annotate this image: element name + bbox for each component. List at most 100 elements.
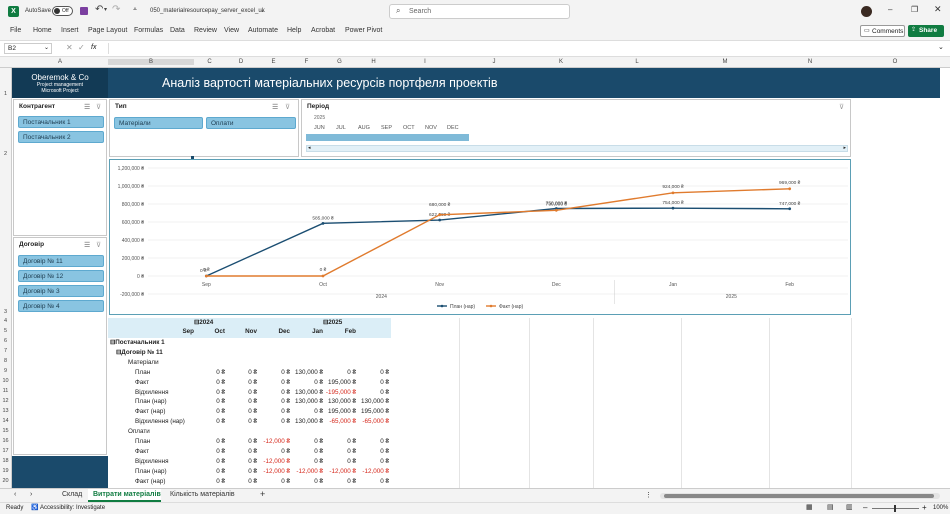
tabs-more-icon[interactable]: ⋮ xyxy=(645,491,652,499)
page-layout-icon[interactable]: ▤ xyxy=(827,503,834,511)
column-header-f[interactable]: F xyxy=(290,59,323,65)
multi-select-icon[interactable]: ☰ xyxy=(272,103,280,111)
column-header-o[interactable]: O xyxy=(851,59,939,65)
slicer-item-contract-12[interactable]: Договір № 12 xyxy=(18,270,104,282)
timeline-month[interactable]: DEC xyxy=(447,125,459,131)
pivot-row-label[interactable]: ⊟Постачальник 1 xyxy=(110,338,165,347)
clear-filter-icon[interactable]: ⊽ xyxy=(96,241,104,249)
timeline-month[interactable]: JUN xyxy=(314,125,325,131)
redo-icon[interactable]: ↷ xyxy=(112,4,120,15)
pivot-cell[interactable]: 130,000 ₴ xyxy=(349,397,389,406)
menu-page-layout[interactable]: Page Layout xyxy=(88,27,127,34)
column-header-i[interactable]: I xyxy=(391,59,459,65)
slicer-item-contract-4[interactable]: Договір № 4 xyxy=(18,300,104,312)
maximize-icon[interactable]: ❐ xyxy=(911,5,918,14)
line-chart[interactable]: 1,200,000 ₴ 1,000,000 ₴ 800,000 ₴ 600,000 ₴… xyxy=(109,159,851,315)
row-header[interactable]: 11 xyxy=(0,388,11,394)
scroll-left-icon[interactable]: ◂ xyxy=(308,145,311,151)
pivot-cell[interactable]: 0 ₴ xyxy=(349,457,389,466)
select-all-corner[interactable] xyxy=(0,57,12,68)
multi-select-icon[interactable]: ☰ xyxy=(84,103,92,111)
row-header[interactable]: 10 xyxy=(0,378,11,384)
scroll-right-icon[interactable]: ▸ xyxy=(843,145,846,151)
autosave-toggle[interactable]: Off xyxy=(52,6,73,16)
pivot-cell[interactable]: 0 ₴ xyxy=(349,477,389,486)
row-header[interactable]: 12 xyxy=(0,398,11,404)
column-header-g[interactable]: G xyxy=(323,59,356,65)
timeline-scrollbar[interactable]: ◂ ▸ xyxy=(306,145,848,152)
menu-home[interactable]: Home xyxy=(33,27,52,34)
menu-file[interactable]: File xyxy=(10,27,21,34)
cancel-icon[interactable]: ✕ xyxy=(66,43,73,52)
menu-power-pivot[interactable]: Power Pivot xyxy=(345,27,382,34)
row-header[interactable]: 14 xyxy=(0,418,11,424)
pivot-cell[interactable]: 0 ₴ xyxy=(349,378,389,387)
pivot-cell[interactable]: 0 ₴ xyxy=(349,388,389,397)
avatar[interactable] xyxy=(861,6,872,17)
minimize-icon[interactable]: – xyxy=(888,5,892,14)
add-sheet-icon[interactable]: + xyxy=(260,489,265,499)
tab-sklad[interactable]: Склад xyxy=(62,491,82,498)
tab-vytraty-materialiv[interactable]: Витрати матеріалів xyxy=(93,491,161,498)
timeline-month[interactable]: AUG xyxy=(358,125,370,131)
column-header-j[interactable]: J xyxy=(459,59,529,65)
multi-select-icon[interactable]: ☰ xyxy=(84,241,92,249)
pivot-year-header[interactable]: ⊟2025 xyxy=(323,318,342,327)
timeline-selection-bar[interactable] xyxy=(306,134,469,141)
column-header-c[interactable]: C xyxy=(194,59,225,65)
timeline-month[interactable]: OCT xyxy=(403,125,415,131)
slicer-item-contract-11[interactable]: Договір № 11 xyxy=(18,255,104,267)
pivot-row-label[interactable]: ⊟Договір № 11 xyxy=(116,348,163,357)
menu-acrobat[interactable]: Acrobat xyxy=(311,27,335,34)
row-header[interactable]: 5 xyxy=(0,328,11,334)
pivot-cell[interactable]: -65,000 ₴ xyxy=(349,417,389,426)
column-header-a[interactable]: A xyxy=(12,59,108,65)
undo-dropdown-icon[interactable]: ▾ xyxy=(104,6,107,13)
scroll-thumb[interactable] xyxy=(664,494,934,498)
pivot-cell[interactable]: 0 ₴ xyxy=(349,368,389,377)
row-header[interactable]: 4 xyxy=(0,318,11,324)
menu-view[interactable]: View xyxy=(224,27,239,34)
pivot-cell[interactable]: 195,000 ₴ xyxy=(349,407,389,416)
zoom-in-icon[interactable]: + xyxy=(922,503,927,512)
undo-icon[interactable]: ↶ xyxy=(95,4,103,15)
row-header[interactable]: 8 xyxy=(0,358,11,364)
row-header[interactable]: 1 xyxy=(0,91,11,97)
row-header[interactable]: 9 xyxy=(0,368,11,374)
horizontal-scrollbar[interactable] xyxy=(660,493,940,499)
row-header[interactable]: 7 xyxy=(0,348,11,354)
zoom-level[interactable]: 100% xyxy=(933,505,948,511)
column-header-b[interactable]: B xyxy=(108,59,194,65)
menu-data[interactable]: Data xyxy=(170,27,185,34)
comments-button[interactable]: ▭ Comments xyxy=(860,25,905,37)
menu-insert[interactable]: Insert xyxy=(61,27,79,34)
clear-filter-icon[interactable]: ⊽ xyxy=(839,103,847,111)
insert-function-icon[interactable]: fx xyxy=(91,44,96,51)
zoom-slider[interactable] xyxy=(872,505,919,512)
row-header[interactable]: 20 xyxy=(0,478,11,484)
customize-toolbar-icon[interactable]: ⩡ xyxy=(133,6,137,14)
tabs-next-icon[interactable]: › xyxy=(30,491,32,498)
slicer-item-supplier-1[interactable]: Постачальник 1 xyxy=(18,116,104,128)
accessibility-status[interactable]: Accessibility: Investigate xyxy=(40,505,105,511)
row-header[interactable]: 15 xyxy=(0,428,11,434)
zoom-out-icon[interactable]: – xyxy=(863,503,867,512)
column-header-m[interactable]: M xyxy=(681,59,769,65)
tabs-prev-icon[interactable]: ‹ xyxy=(14,491,16,498)
row-header[interactable]: 13 xyxy=(0,408,11,414)
clear-filter-icon[interactable]: ⊽ xyxy=(285,103,293,111)
clear-filter-icon[interactable]: ⊽ xyxy=(96,103,104,111)
menu-automate[interactable]: Automate xyxy=(248,27,278,34)
menu-help[interactable]: Help xyxy=(287,27,301,34)
page-break-icon[interactable]: ▥ xyxy=(846,503,853,511)
normal-view-icon[interactable]: ▦ xyxy=(806,503,813,511)
column-header-l[interactable]: L xyxy=(593,59,681,65)
pivot-year-header[interactable]: ⊟2024 xyxy=(194,318,213,327)
timeline-month[interactable]: NOV xyxy=(425,125,437,131)
row-header[interactable]: 19 xyxy=(0,468,11,474)
formula-input[interactable] xyxy=(108,43,936,54)
save-icon[interactable] xyxy=(80,7,88,15)
pivot-cell[interactable]: -12,000 ₴ xyxy=(349,467,389,476)
row-header[interactable]: 17 xyxy=(0,448,11,454)
search-box[interactable]: ⌕ Search xyxy=(389,4,570,19)
